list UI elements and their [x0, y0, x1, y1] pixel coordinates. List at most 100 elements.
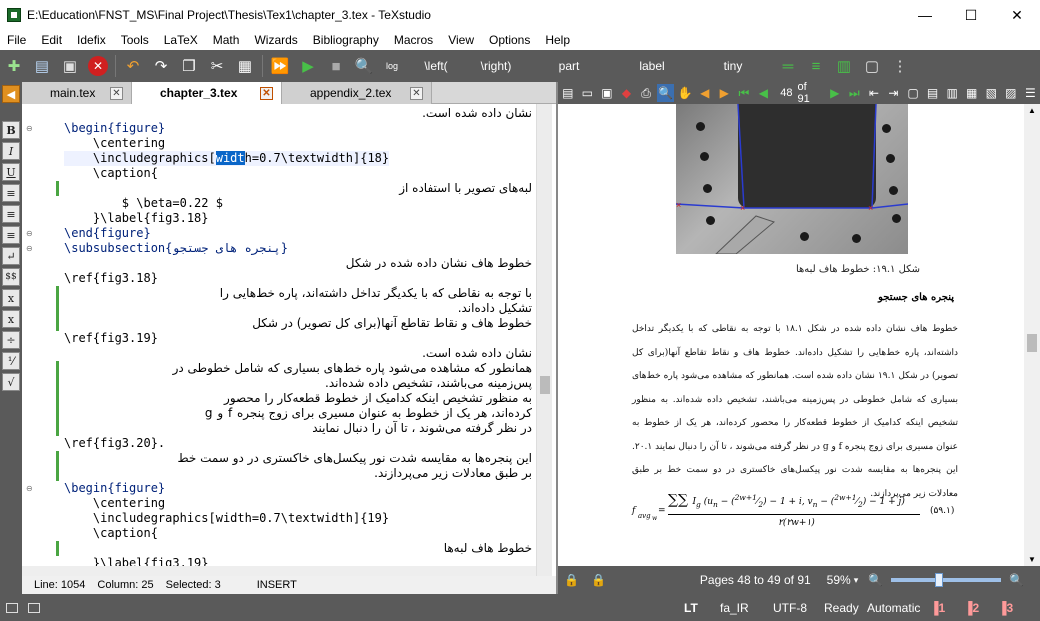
code-line[interactable]: \begin{figure} [64, 121, 165, 136]
automatic-status[interactable]: Automatic [867, 601, 920, 615]
zoom-slider[interactable] [891, 573, 1002, 587]
view-pdf-icon[interactable]: 🔍 [351, 53, 377, 79]
next-page-icon[interactable]: ▶ [826, 84, 844, 102]
menu-idefix[interactable]: Idefix [70, 30, 114, 50]
menu-math[interactable]: Math [206, 30, 248, 50]
pdf-page-view[interactable]: × × × شکل ۱۹.۱: خطوط هاف لبه‌ها پنجره ها… [558, 104, 1024, 566]
save-icon[interactable]: ▣ [57, 53, 83, 79]
presentation-icon[interactable]: ▨ [1002, 84, 1020, 102]
menu-view[interactable]: View [441, 30, 482, 50]
code-line[interactable]: پس‌زمینه می‌باشند، تشخیص داده شده‌اند. [64, 376, 532, 391]
print-icon[interactable]: ⎙ [637, 84, 655, 102]
fit-page-icon[interactable]: ▧ [982, 84, 1000, 102]
code-line[interactable]: خطوط هاف نشان داده شده در شکل [64, 256, 532, 271]
code-line[interactable]: \ref{fig3.19} [64, 331, 158, 346]
pdf-icon[interactable]: ◆ [618, 84, 636, 102]
hand-icon[interactable]: ✋ [676, 84, 694, 102]
menu-options[interactable]: Options [482, 30, 538, 50]
go-forward-icon[interactable]: ⇥ [885, 84, 903, 102]
close-window-button[interactable]: ✕ [994, 0, 1040, 30]
tab-appendix-2-tex[interactable]: appendix_2.tex ✕ [282, 82, 432, 104]
code-line[interactable]: تشکیل داده‌اند. [64, 301, 532, 316]
menu-bibliography[interactable]: Bibliography [306, 30, 387, 50]
menu-file[interactable]: File [0, 30, 34, 50]
code-line[interactable]: بر طبق معادلات زیر می‌پردازند. [64, 466, 532, 481]
code-line[interactable]: \caption{ [64, 526, 158, 541]
code-line[interactable]: \centering [64, 136, 165, 151]
code-line[interactable]: $ \beta=0.22 $ [64, 196, 223, 211]
copy-icon[interactable]: ❐ [176, 53, 202, 79]
symbol-icon[interactable]: ▢ [859, 53, 885, 79]
previous-page-icon[interactable]: ◀ [755, 84, 773, 102]
minimize-button[interactable]: — [902, 0, 948, 30]
code-line[interactable]: \ref{fig3.18} [64, 271, 158, 286]
sync-icon[interactable]: ▤ [559, 84, 577, 102]
close-tab-icon[interactable]: ✕ [110, 86, 123, 100]
code-line[interactable]: \end{figure} [64, 226, 151, 241]
code-line[interactable]: \begin{figure} [64, 481, 165, 496]
forward-icon[interactable]: ▶ [716, 84, 734, 102]
code-line[interactable]: در نظر گرفته می‌شوند ، تا آن را دنبال نم… [64, 421, 532, 436]
tab-main-tex[interactable]: main.tex ✕ [22, 82, 132, 104]
fold-marker-icon[interactable]: ⊖ [26, 485, 34, 493]
table-icon[interactable]: ▥ [831, 53, 857, 79]
code-line[interactable]: \includegraphics[width=0.7\textwidth]{19… [64, 511, 389, 526]
scroll-down-arrow[interactable]: ▼ [1028, 555, 1036, 564]
undo-icon[interactable]: ↶ [120, 53, 146, 79]
code-line[interactable]: با توجه به نقاطی که با یکدیگر تداخل داشت… [64, 286, 532, 301]
fold-marker-icon[interactable]: ⊖ [26, 245, 34, 253]
build-view-icon[interactable]: ⏩ [267, 53, 293, 79]
log-icon[interactable]: log [379, 53, 405, 79]
embed-icon[interactable]: ▣ [598, 84, 616, 102]
fit-width-icon[interactable]: ▦ [963, 84, 981, 102]
code-line[interactable]: \caption{ [64, 166, 158, 181]
code-editor[interactable]: ⊖ ⊖ ⊖ ⊖ نشان داده شده است. \begin{figure} \c… [22, 104, 536, 576]
fold-marker-icon[interactable]: ⊖ [26, 230, 34, 238]
zoom-level[interactable]: 59% [827, 573, 851, 587]
code-line[interactable]: خطوط هاف لبه‌ها [64, 541, 532, 556]
open-file-icon[interactable]: ▤ [29, 53, 55, 79]
dollar-math-icon[interactable]: $$ [2, 268, 20, 286]
first-page-icon[interactable]: ⏮ [735, 84, 753, 102]
menu-latex[interactable]: LaTeX [157, 30, 206, 50]
more-tools-icon[interactable]: ⋮ [887, 53, 913, 79]
redo-icon[interactable]: ↷ [148, 53, 174, 79]
pdf-vertical-scrollbar[interactable]: ▲ ▼ [1024, 104, 1040, 566]
editor-horizontal-scrollbar[interactable] [22, 566, 536, 576]
italic-icon[interactable]: I [2, 142, 20, 160]
go-back-icon[interactable]: ⇤ [865, 84, 883, 102]
close-file-icon[interactable]: ✕ [85, 53, 111, 79]
code-line[interactable]: \includegraphics[width=0.7\textwidth]{18… [64, 151, 390, 166]
code-line[interactable]: همانطور که مشاهده می‌شود پاره خط‌های بسی… [64, 361, 532, 376]
code-line[interactable]: \centering [64, 496, 165, 511]
spacing-icon[interactable]: ═ [775, 53, 801, 79]
menu-macros[interactable]: Macros [387, 30, 441, 50]
code-line[interactable]: به منظور تشخیص اینکه کدامیک از خطوط قطعه… [64, 391, 532, 406]
sqrt-icon[interactable]: √ [2, 373, 20, 391]
bold-icon[interactable]: B [2, 121, 20, 139]
page-number-input[interactable]: 48 [773, 87, 792, 99]
code-line[interactable]: نشان داده شده است. [64, 346, 532, 361]
selected-text[interactable]: widt [215, 151, 245, 165]
scrollbar-thumb[interactable] [1027, 334, 1037, 352]
code-line[interactable]: }\label{fig3.18} [64, 211, 209, 226]
page-view-icon[interactable]: ▢ [904, 84, 922, 102]
scroll-up-arrow[interactable]: ▲ [1028, 106, 1036, 115]
newline-icon[interactable]: ↵ [2, 247, 20, 265]
zoom-in-icon[interactable]: 🔍 [1009, 573, 1024, 587]
menu-wizards[interactable]: Wizards [247, 30, 305, 50]
fraction-icon[interactable]: ÷ [2, 331, 20, 349]
close-tab-icon[interactable]: ✕ [410, 86, 423, 100]
zoom-slider-handle[interactable] [935, 573, 944, 587]
pdf-menu-icon[interactable]: ☰ [1022, 84, 1040, 102]
align-center-icon[interactable]: ≡ [2, 205, 20, 223]
menu-edit[interactable]: Edit [34, 30, 70, 50]
align-right-icon[interactable]: ≡ [2, 226, 20, 244]
lock-sync-icon[interactable]: 🔒 [591, 573, 606, 587]
bookmark-2-icon[interactable]: ▐2 [964, 601, 979, 615]
structure-toggle-icon[interactable] [28, 602, 40, 613]
compile-icon[interactable]: ▶ [295, 53, 321, 79]
lock-icon[interactable]: 🔒 [564, 573, 579, 587]
code-line[interactable]: کرده‌اند، هر یک از خطوط به عنوان مسیری ب… [64, 406, 532, 421]
underline-icon[interactable]: U [2, 163, 20, 181]
